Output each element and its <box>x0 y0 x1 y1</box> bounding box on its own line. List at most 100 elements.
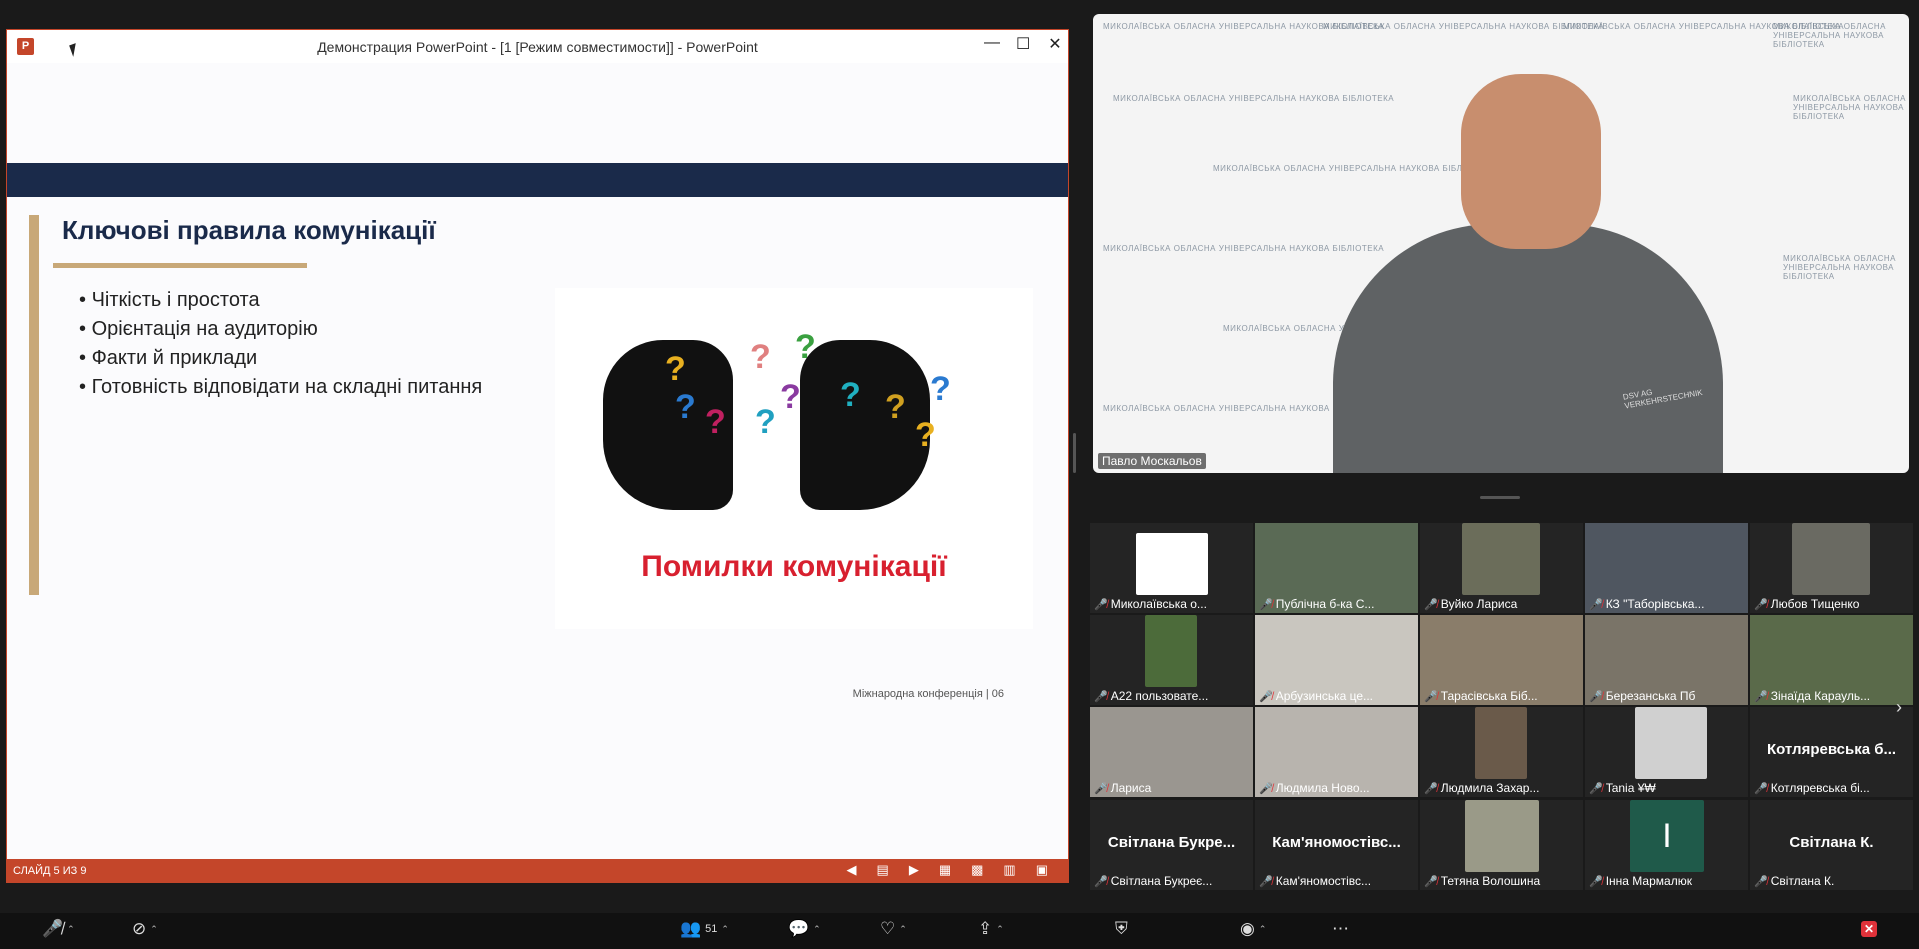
participant-label: 🎤̸ Котлярeвська бі... <box>1754 781 1870 795</box>
participant-label: 🎤̸ Світлана К. <box>1754 874 1835 888</box>
chat-button[interactable]: 💬 ⌃ <box>788 919 821 939</box>
next-slide-icon[interactable]: ▶ <box>909 862 919 878</box>
participant-label: 🎤̸ Тарасівська Біб... <box>1424 689 1538 703</box>
participant-label: 🎤̸ Людмила Захар... <box>1424 781 1540 795</box>
participant-name-large: Кам'яномостівс... <box>1272 834 1401 851</box>
backdrop-logo: МИКОЛАЇВСЬКА ОБЛАСНА УНІВЕРСАЛЬНА НАУКОВ… <box>1773 22 1887 49</box>
end-meeting-button[interactable]: ✕ <box>1861 921 1877 937</box>
maximize-button[interactable]: ☐ <box>1016 34 1030 54</box>
resize-handle[interactable] <box>1073 433 1076 473</box>
participant-tile[interactable]: Кам'яномостівс... 🎤̸ Кам'яномостівс... <box>1255 800 1418 890</box>
participant-tile[interactable]: 🎤̸ А22 пользовате... <box>1090 615 1253 705</box>
participant-tile[interactable]: 🎤̸ Арбузинська це... <box>1255 615 1418 705</box>
participant-tile[interactable]: 🎤̸ Лариса <box>1090 707 1253 797</box>
bullet-item: Орієнтація на аудиторію <box>79 315 482 344</box>
speaker-video[interactable]: МИКОЛАЇВСЬКА ОБЛАСНА УНІВЕРСАЛЬНА НАУКОВ… <box>1093 14 1909 473</box>
participant-label: 🎤̸ Tania ¥₩ <box>1589 781 1656 795</box>
meeting-toolbar: 🎤̸ ⌃ ⊘ ⌃ 👥 51 ⌃ 💬 ⌃ ♡ ⌃ ⇪ ⌃ ⛨ ◉ ⌃ ⋯ ✕ <box>0 913 1919 949</box>
window-controls: — ☐ ✕ <box>984 34 1062 54</box>
view-controls: ◀ ▤ ▶ ▦ ▩ ▥ ▣ <box>847 862 1048 878</box>
notes-icon[interactable]: ▤ <box>877 862 889 878</box>
participant-tile[interactable]: Світлана Букре... 🎤̸ Світлана Букреє... <box>1090 800 1253 890</box>
participant-name-large: Світлана Букре... <box>1107 834 1236 851</box>
participant-tile[interactable]: 🎤̸ Tania ¥₩ <box>1585 707 1748 797</box>
accent-bar <box>29 215 39 595</box>
participant-tile[interactable]: 🎤̸ Любов Тищенко <box>1750 523 1913 613</box>
participant-tile[interactable]: 🎤̸ Публічна б-ка С... <box>1255 523 1418 613</box>
minimize-button[interactable]: — <box>984 34 1000 54</box>
backdrop-logo: МИКОЛАЇВСЬКА ОБЛАСНА УНІВЕРСАЛЬНА НАУКОВ… <box>1793 94 1907 121</box>
mouse-cursor-icon <box>69 43 80 57</box>
participant-gallery: 🎤̸ Миколаївська о... 🎤̸ Публічна б-ка С...… <box>1090 523 1913 799</box>
heart-icon: ♡ <box>880 919 896 938</box>
caret-up-icon[interactable]: ⌃ <box>899 924 907 935</box>
video-button[interactable]: ⊘ ⌃ <box>132 919 158 939</box>
participant-tile[interactable]: 🎤̸ Вуйко Лариса <box>1420 523 1583 613</box>
mute-button[interactable]: 🎤̸ ⌃ <box>42 919 75 939</box>
chat-icon: 💬 <box>788 919 810 938</box>
image-caption: Помилки комунікації <box>641 550 947 583</box>
library-logo-icon <box>1136 533 1208 595</box>
participant-tile[interactable]: 🎤̸ Людмила Ново... <box>1255 707 1418 797</box>
close-button[interactable]: ✕ <box>1048 34 1062 54</box>
mic-off-icon: 🎤̸ <box>1589 598 1603 611</box>
participant-label: 🎤̸ Кам'яномостівс... <box>1259 874 1372 888</box>
participant-label: 🎤̸ Тетяна Волошина <box>1424 874 1541 888</box>
participant-tile[interactable]: 🎤̸ Зінаїда Карауль... <box>1750 615 1913 705</box>
participant-label: 🎤̸ Зінаїда Карауль... <box>1754 689 1871 703</box>
participant-tile[interactable]: 🎤̸ КЗ "Таборівська... <box>1585 523 1748 613</box>
participant-tile[interactable]: 🎤̸ Миколаївська о... <box>1090 523 1253 613</box>
gallery-divider-handle[interactable] <box>1480 496 1520 499</box>
more-button[interactable]: ⋯ <box>1332 919 1349 939</box>
mic-off-icon: 🎤̸ <box>1094 598 1108 611</box>
participant-tile[interactable]: 🎤̸ Тетяна Волошина <box>1420 800 1583 890</box>
participant-tile[interactable]: І 🎤̸ Інна Мармалюк <box>1585 800 1748 890</box>
speaker-body <box>1333 224 1723 473</box>
caret-up-icon[interactable]: ⌃ <box>67 924 75 935</box>
caret-up-icon[interactable]: ⌃ <box>1259 924 1267 935</box>
communication-illustration: ? ? ? ? ? ? ? ? ? ? ? Помилки комунікаці… <box>555 288 1033 629</box>
record-button[interactable]: ◉ ⌃ <box>1240 919 1266 939</box>
reading-view-icon[interactable]: ▥ <box>1003 862 1015 878</box>
caret-up-icon[interactable]: ⌃ <box>150 924 158 935</box>
participant-tile[interactable]: 🎤̸ Людмила Захар... <box>1420 707 1583 797</box>
security-button[interactable]: ⛨ <box>1115 919 1128 939</box>
mic-off-icon: 🎤̸ <box>1094 875 1108 888</box>
status-bar: СЛАЙД 5 ИЗ 9 ◀ ▤ ▶ ▦ ▩ ▥ ▣ <box>7 859 1068 882</box>
caret-up-icon[interactable]: ⌃ <box>813 924 821 935</box>
participant-label: 🎤̸ Миколаївська о... <box>1094 597 1207 611</box>
window-title: Демонстрация PowerPoint - [1 [Режим совм… <box>317 38 758 55</box>
participant-name-large: Котлярeвська б... <box>1766 741 1897 758</box>
caret-up-icon[interactable]: ⌃ <box>721 924 729 935</box>
participant-tile[interactable]: Світлана К. 🎤̸ Світлана К. <box>1750 800 1913 890</box>
prev-slide-icon[interactable]: ◀ <box>847 862 857 878</box>
reactions-button[interactable]: ♡ ⌃ <box>880 919 907 939</box>
gallery-next-page-icon[interactable]: › <box>1896 697 1902 718</box>
participant-tile[interactable]: Котлярeвська б... 🎤̸ Котлярeвська бі... <box>1750 707 1913 797</box>
question-mark-icon: ? <box>675 388 696 426</box>
participant-name-large: Світлана К. <box>1789 834 1874 851</box>
slide[interactable]: Ключові правила комунікації Чіткість і п… <box>7 63 1068 860</box>
participant-video <box>1465 800 1539 872</box>
sorter-view-icon[interactable]: ▩ <box>971 862 983 878</box>
title-bar[interactable]: P Демонстрация PowerPoint - [1 [Режим со… <box>7 30 1068 63</box>
question-mark-icon: ? <box>705 403 726 441</box>
participant-label: 🎤̸ Світлана Букреє... <box>1094 874 1213 888</box>
participants-button[interactable]: 👥 51 ⌃ <box>680 919 729 939</box>
normal-view-icon[interactable]: ▦ <box>939 862 951 878</box>
slideshow-icon[interactable]: ▣ <box>1036 862 1048 878</box>
mic-off-icon: 🎤̸ <box>1424 690 1438 703</box>
participant-tile[interactable]: 🎤̸ Тарасівська Біб... <box>1420 615 1583 705</box>
mic-off-icon: 🎤̸ <box>1424 782 1438 795</box>
caret-up-icon[interactable]: ⌃ <box>996 924 1004 935</box>
backdrop-logo: МИКОЛАЇВСЬКА ОБЛАСНА УНІВЕРСАЛЬНА НАУКОВ… <box>1323 22 1605 31</box>
head-silhouette-right-icon <box>800 340 930 510</box>
mic-off-icon: 🎤̸ <box>1259 598 1273 611</box>
share-screen-button[interactable]: ⇪ ⌃ <box>978 919 1004 939</box>
header-band <box>7 163 1068 197</box>
participant-tile[interactable]: 🎤̸ Березанська Пб <box>1585 615 1748 705</box>
shield-icon: ⛨ <box>1115 919 1128 938</box>
participant-video <box>1475 707 1527 779</box>
mic-off-icon: 🎤̸ <box>1259 875 1273 888</box>
question-mark-icon: ? <box>885 388 906 426</box>
